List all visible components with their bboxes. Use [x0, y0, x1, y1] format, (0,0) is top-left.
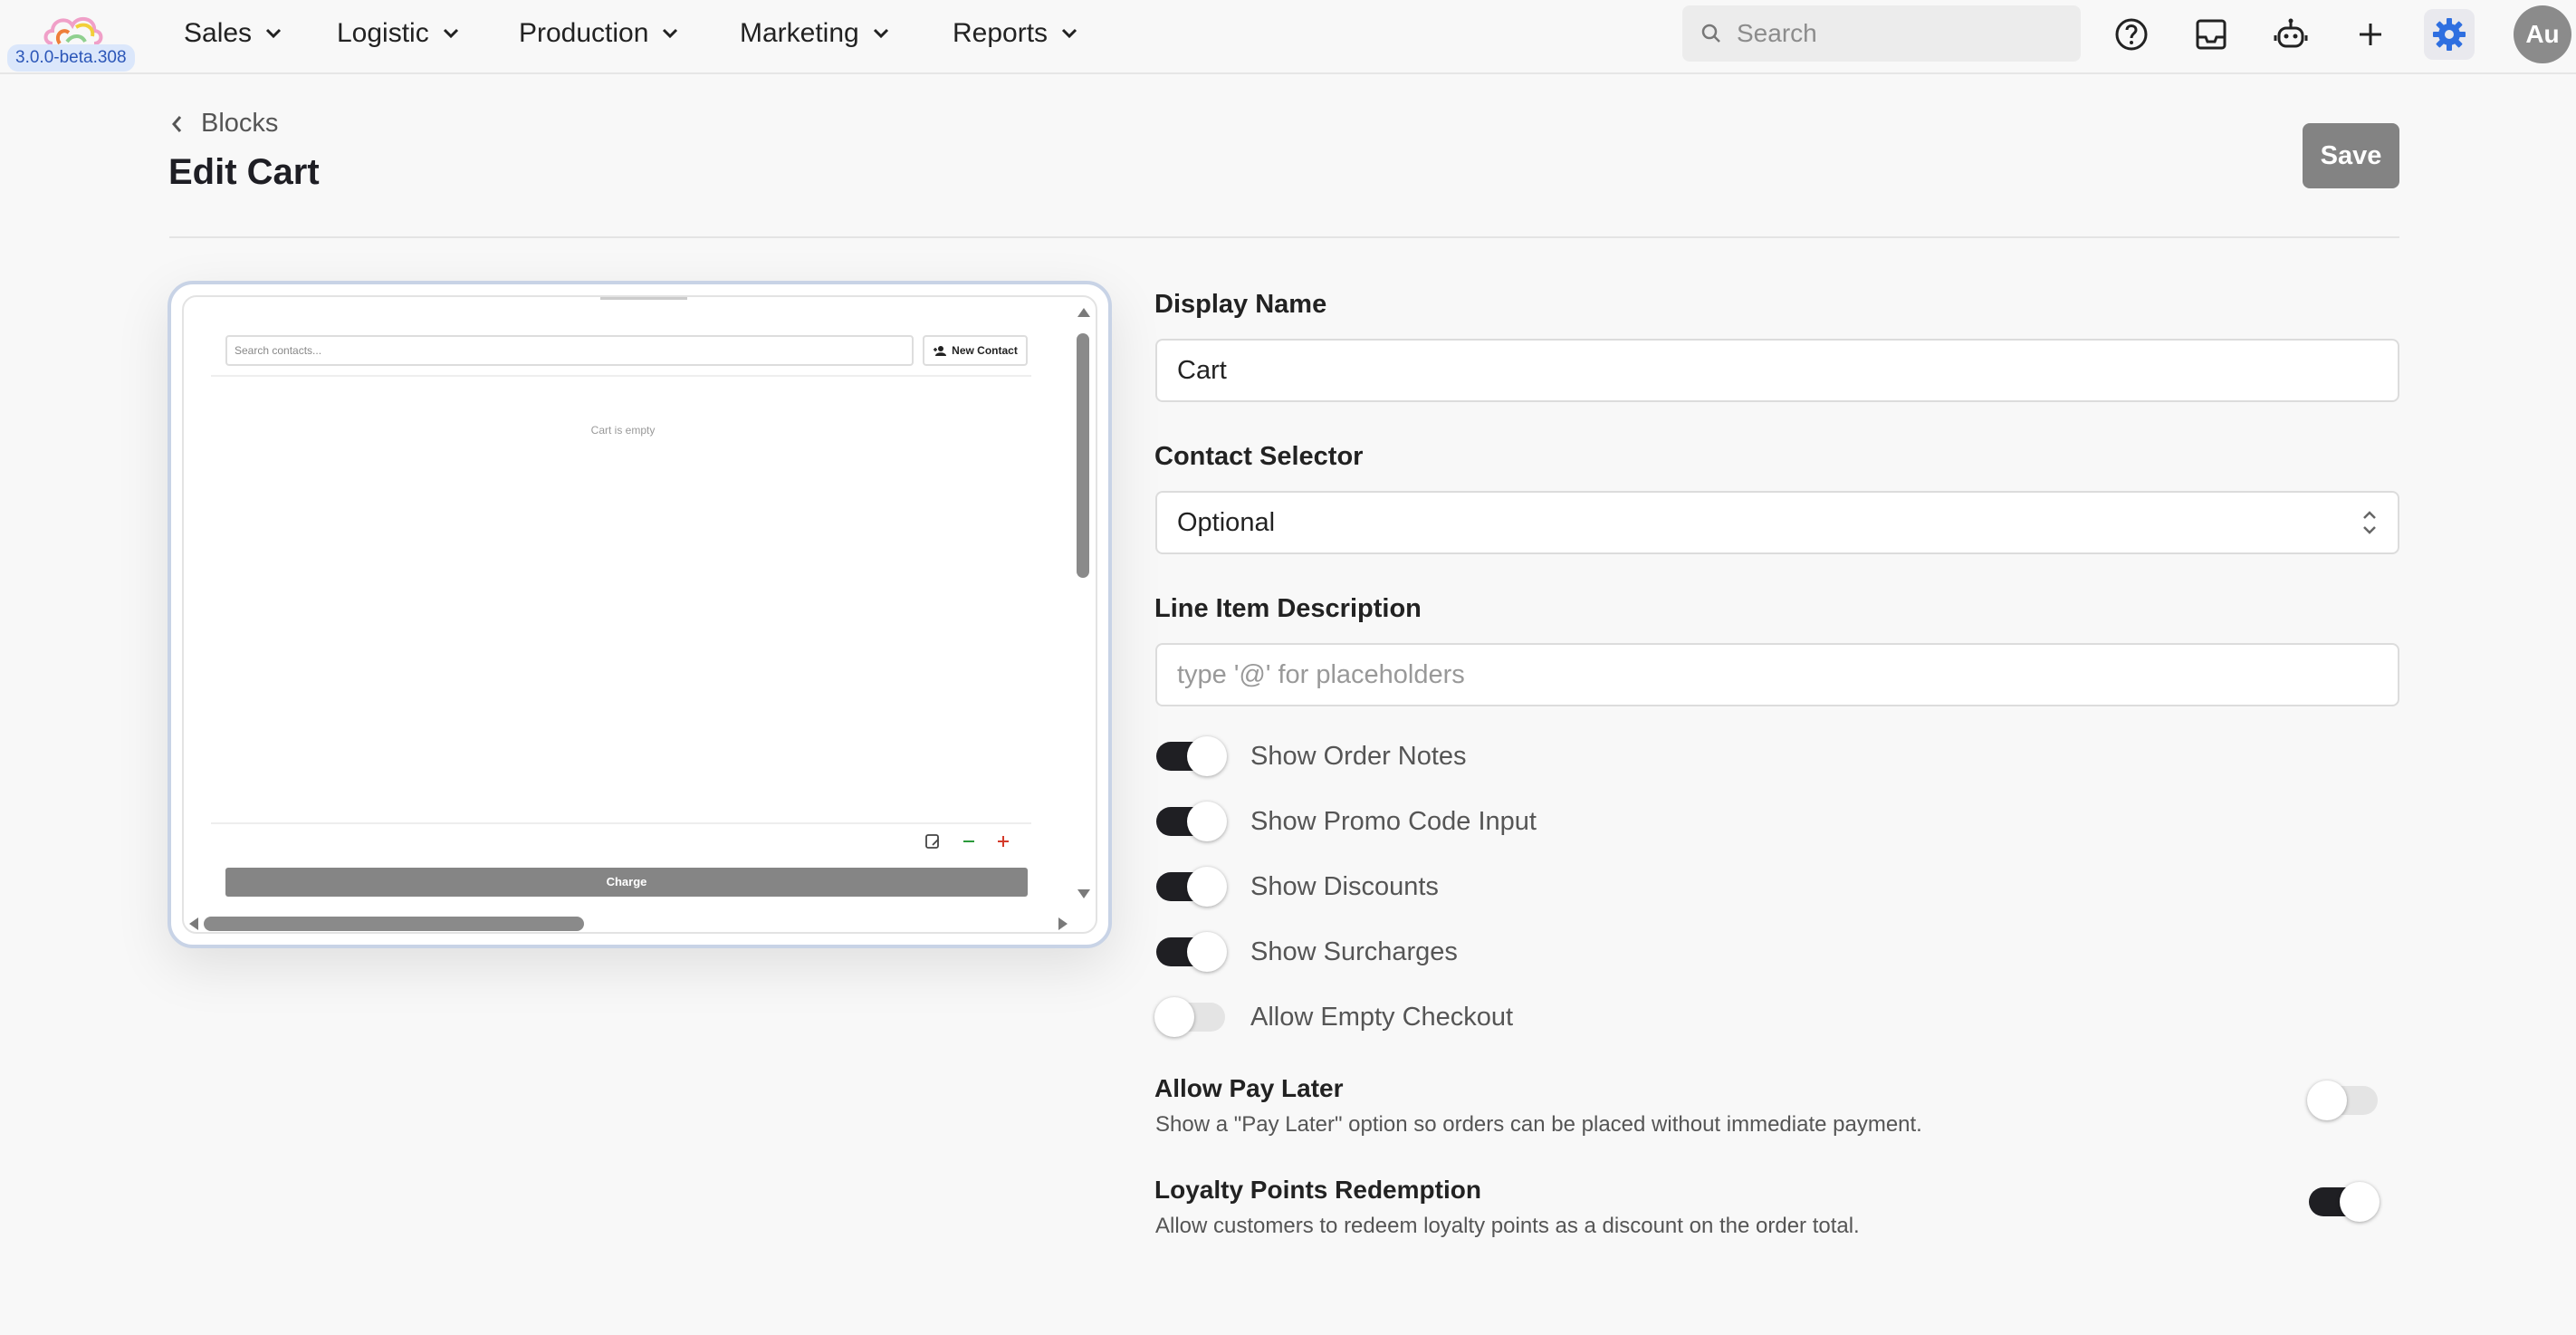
chevron-up-down-icon — [2363, 511, 2376, 534]
chevron-down-icon — [265, 28, 282, 39]
minus-icon — [963, 840, 974, 842]
loyalty-points-description: Allow customers to redeem loyalty points… — [1155, 1214, 1860, 1238]
cart-preview-screen: Search contacts... New Contact Cart is e… — [182, 295, 1097, 934]
chevron-down-icon — [1061, 28, 1077, 39]
chevron-down-icon — [443, 28, 458, 39]
allow-pay-later-description: Show a "Pay Later" option so orders can … — [1155, 1112, 1922, 1137]
horizontal-scrollbar-thumb[interactable] — [204, 917, 584, 931]
nav-label: Reports — [953, 18, 1049, 48]
help-button[interactable] — [2106, 9, 2157, 60]
nav-marketing[interactable]: Marketing — [740, 0, 890, 67]
toggle-label: Show Promo Code Input — [1250, 806, 1537, 836]
note-icon — [925, 834, 939, 849]
nav-label: Logistic — [337, 18, 429, 48]
top-bar: 3.0.0-beta.308 Sales Logistic Production… — [0, 0, 2576, 74]
allow-pay-later-title: Allow Pay Later — [1154, 1074, 1344, 1102]
scroll-left-icon[interactable] — [187, 917, 200, 931]
display-name-label: Display Name — [1154, 290, 1327, 319]
nav-logistic[interactable]: Logistic — [337, 0, 460, 67]
preview-new-contact-label: New Contact — [952, 344, 1018, 357]
nav-production[interactable]: Production — [519, 0, 679, 67]
toggle-label: Allow Empty Checkout — [1250, 1002, 1514, 1032]
search-icon — [1701, 24, 1720, 43]
line-item-description-input[interactable] — [1155, 643, 2399, 706]
scroll-down-icon[interactable] — [1077, 888, 1091, 900]
toggle-allow-empty-checkout[interactable]: Allow Empty Checkout — [1154, 997, 1514, 1037]
preview-new-contact-button: New Contact — [923, 335, 1028, 366]
toggle-label: Show Surcharges — [1250, 936, 1458, 966]
nav-label: Sales — [184, 18, 253, 48]
chevron-left-icon — [172, 115, 182, 132]
toggle-switch[interactable] — [1156, 932, 1227, 972]
loyalty-points-toggle[interactable] — [2309, 1182, 2380, 1222]
vertical-scrollbar-thumb[interactable] — [1077, 333, 1089, 578]
user-avatar[interactable]: Au — [2514, 5, 2571, 63]
toggle-label: Show Discounts — [1250, 871, 1439, 901]
plus-icon — [2360, 24, 2381, 45]
add-button[interactable] — [2345, 9, 2396, 60]
preview-divider — [211, 822, 1031, 824]
search-input[interactable] — [1737, 19, 2063, 48]
inbox-icon — [2196, 19, 2226, 50]
help-icon — [2115, 18, 2148, 51]
scroll-right-icon[interactable] — [1057, 917, 1069, 931]
inbox-button[interactable] — [2186, 9, 2236, 60]
contact-selector-label: Contact Selector — [1154, 442, 1364, 471]
preview-contact-search: Search contacts... — [225, 335, 914, 366]
cart-preview-device: Search contacts... New Contact Cart is e… — [168, 281, 1112, 948]
chevron-down-icon — [873, 28, 888, 39]
toggle-label: Show Order Notes — [1250, 741, 1467, 771]
nav-sales[interactable]: Sales — [184, 0, 282, 67]
version-badge: 3.0.0-beta.308 — [7, 44, 135, 72]
back-link[interactable]: Blocks — [170, 109, 278, 139]
nav-label: Marketing — [740, 18, 859, 48]
preview-charge-button: Charge — [225, 868, 1028, 897]
loyalty-points-title: Loyalty Points Redemption — [1154, 1176, 1481, 1204]
toggle-show-discounts[interactable]: Show Discounts — [1156, 867, 1439, 907]
back-link-label: Blocks — [201, 109, 279, 138]
display-name-input[interactable] — [1155, 339, 2399, 402]
preview-divider — [211, 375, 1031, 377]
toggle-show-order-notes[interactable]: Show Order Notes — [1156, 736, 1467, 776]
device-notch — [600, 297, 687, 300]
toggle-switch[interactable] — [1156, 736, 1227, 776]
toggle-show-surcharges[interactable]: Show Surcharges — [1156, 932, 1458, 972]
settings-button[interactable] — [2424, 9, 2475, 60]
allow-pay-later-toggle[interactable] — [2307, 1080, 2378, 1120]
search-box[interactable] — [1682, 5, 2081, 62]
gear-icon — [2433, 18, 2466, 51]
preview-empty-text: Cart is empty — [590, 424, 656, 437]
toggle-switch[interactable] — [1156, 867, 1227, 907]
nav-reports[interactable]: Reports — [953, 0, 1078, 67]
toggle-show-promo-code-input[interactable]: Show Promo Code Input — [1156, 802, 1537, 841]
line-item-description-label: Line Item Description — [1154, 594, 1422, 623]
robot-icon — [2274, 18, 2308, 48]
nav-label: Production — [519, 18, 649, 48]
header-divider — [169, 236, 2399, 238]
contact-selector-select[interactable]: Optional — [1155, 491, 2399, 554]
toggle-switch[interactable] — [1154, 997, 1225, 1037]
assistant-button[interactable] — [2265, 9, 2316, 60]
chevron-down-icon — [663, 28, 678, 39]
save-button[interactable]: Save — [2303, 123, 2399, 188]
add-user-icon — [934, 346, 947, 356]
plus-icon — [998, 836, 1009, 847]
page-title: Edit Cart — [168, 152, 320, 192]
scroll-up-icon[interactable] — [1077, 306, 1091, 319]
contact-selector-value: Optional — [1177, 507, 1276, 537]
toggle-switch[interactable] — [1156, 802, 1227, 841]
